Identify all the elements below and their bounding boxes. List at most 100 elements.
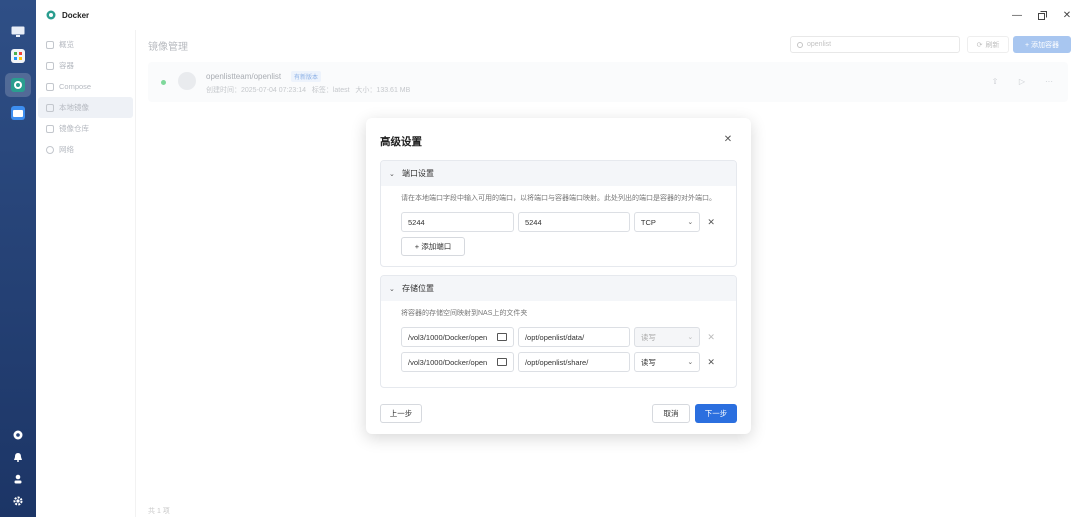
- host-path-value: /vol3/1000/Docker/open: [408, 332, 488, 342]
- tag-value: latest: [332, 87, 350, 94]
- advanced-settings-dialog: 高级设置 ✕ ⌄ 端口设置 请在本地端口字段中输入可用的端口，以将端口与容器端口…: [366, 118, 751, 434]
- protocol-value: TCP: [640, 217, 656, 227]
- volume-row: /vol3/1000/Docker/open /opt/openlist/sha…: [401, 352, 716, 372]
- sidebar-item-containers[interactable]: 容器: [38, 55, 133, 76]
- host-path-value: /vol3/1000/Docker/open: [408, 357, 488, 367]
- section-title: 端口设置: [402, 169, 434, 178]
- minimize-icon[interactable]: —: [1011, 9, 1023, 21]
- sidebar-item-label: Compose: [59, 82, 92, 91]
- host-path-input[interactable]: /vol3/1000/Docker/open: [401, 352, 514, 372]
- container-path-input[interactable]: /opt/openlist/data/: [517, 327, 630, 347]
- chevron-down-icon: ⌄: [389, 170, 395, 178]
- storage-hint: 将容器的存储空间映射到NAS上的文件夹: [401, 310, 528, 317]
- overview-icon: [46, 40, 54, 49]
- size-label: 大小：: [355, 87, 377, 94]
- volume-row: /vol3/1000/Docker/open /opt/openlist/dat…: [401, 327, 716, 347]
- local-port-input[interactable]: 5244: [401, 212, 514, 232]
- chevron-down-icon: ⌄: [389, 285, 395, 293]
- files-icon[interactable]: [8, 103, 28, 123]
- size-value: 133.61 MB: [376, 87, 411, 94]
- app-center-icon[interactable]: [8, 46, 28, 66]
- gear-icon[interactable]: [12, 495, 24, 507]
- refresh-label: 刷新: [985, 41, 1000, 49]
- image-name: openlistteam/openlist: [206, 72, 282, 81]
- image-logo-icon: [178, 72, 196, 90]
- host-path-input[interactable]: /vol3/1000/Docker/open: [401, 327, 514, 347]
- image-icon: [46, 103, 54, 112]
- port-row: 5244 5244 TCP ⌄ ✕: [401, 212, 716, 232]
- refresh-icon: ⟳: [976, 41, 983, 49]
- upload-icon[interactable]: ⇧: [990, 76, 1000, 86]
- close-icon[interactable]: ✕: [723, 134, 733, 145]
- sidebar-item-local-images[interactable]: 本地镜像: [38, 97, 133, 118]
- container-icon: [46, 61, 54, 70]
- search-input[interactable]: openlist: [790, 36, 960, 53]
- sidebar-item-label: 镜像仓库: [59, 124, 89, 133]
- created-value: 2025-07-04 07:23:14: [241, 87, 306, 94]
- docker-icon[interactable]: [5, 73, 31, 97]
- mode-select[interactable]: 读写 ⌄: [633, 352, 701, 372]
- chevron-down-icon: ⌄: [687, 219, 694, 226]
- folder-icon[interactable]: [496, 333, 507, 341]
- compose-icon: [46, 82, 54, 91]
- item-count: 共 1 项: [148, 508, 170, 515]
- folder-icon[interactable]: [496, 358, 507, 366]
- protocol-select[interactable]: TCP ⌄: [633, 212, 701, 232]
- container-path-input[interactable]: /opt/openlist/share/: [517, 352, 630, 372]
- storage-header[interactable]: ⌄ 存储位置: [381, 276, 736, 301]
- docker-logo-icon: [46, 10, 56, 20]
- remove-volume-icon: ✕: [707, 331, 715, 342]
- image-list-item[interactable]: openlistteam/openlist 有新版本 创建时间：2025-07-…: [148, 62, 1068, 102]
- sidebar-item-overview[interactable]: 概览: [38, 34, 133, 55]
- sidebar-item-compose[interactable]: Compose: [38, 76, 133, 97]
- sidebar-item-label: 网络: [59, 145, 74, 154]
- remove-volume-icon[interactable]: ✕: [706, 357, 716, 368]
- next-button[interactable]: 下一步: [695, 404, 737, 423]
- desktop-icon[interactable]: [8, 22, 28, 42]
- dialog-title: 高级设置: [380, 136, 422, 148]
- page-title: 镜像管理: [148, 42, 188, 53]
- sidebar-item-label: 概览: [59, 40, 74, 49]
- container-port-input[interactable]: 5244: [517, 212, 630, 232]
- window-title: Docker: [62, 10, 90, 20]
- run-icon[interactable]: ▷: [1017, 76, 1027, 86]
- mode-select: 读写 ⌄: [633, 327, 701, 347]
- search-value: openlist: [807, 41, 832, 48]
- title-bar: Docker: [36, 0, 1080, 30]
- bell-icon[interactable]: [12, 451, 24, 463]
- created-label: 创建时间：: [206, 87, 241, 94]
- cancel-button[interactable]: 取消: [652, 404, 690, 423]
- update-badge: 有新版本: [291, 71, 322, 82]
- port-settings-section: ⌄ 端口设置 请在本地端口字段中输入可用的端口，以将端口与容器端口映射。此处列出…: [380, 160, 737, 267]
- port-settings-header[interactable]: ⌄ 端口设置: [381, 161, 736, 186]
- sidebar-item-registry[interactable]: 镜像仓库: [38, 118, 133, 139]
- previous-button[interactable]: 上一步: [380, 404, 422, 423]
- sidebar-item-label: 容器: [59, 61, 74, 70]
- add-container-button[interactable]: + 添加容器: [1013, 36, 1071, 53]
- refresh-button[interactable]: ⟳ 刷新: [967, 36, 1009, 53]
- status-dot: [161, 80, 166, 85]
- chevron-down-icon: ⌄: [687, 334, 694, 341]
- remove-port-icon[interactable]: ✕: [706, 217, 716, 228]
- section-title: 存储位置: [402, 284, 434, 293]
- network-icon: [46, 145, 54, 154]
- storage-section: ⌄ 存储位置 将容器的存储空间映射到NAS上的文件夹 /vol3/1000/Do…: [380, 275, 737, 388]
- settings-icon[interactable]: [12, 429, 24, 441]
- add-port-button[interactable]: + 添加端口: [401, 237, 465, 256]
- search-icon: [797, 41, 803, 48]
- image-meta: 创建时间：2025-07-04 07:23:14 标签：latest 大小：13…: [206, 85, 410, 95]
- user-icon[interactable]: [12, 473, 24, 485]
- tag-label: 标签：: [311, 87, 333, 94]
- port-hint: 请在本地端口字段中输入可用的端口，以将端口与容器端口映射。此处列出的端口是容器的…: [401, 195, 716, 202]
- mode-value: 读写: [640, 332, 656, 342]
- dialog-body: ⌄ 端口设置 请在本地端口字段中输入可用的端口，以将端口与容器端口映射。此处列出…: [380, 160, 737, 390]
- sidebar-item-network[interactable]: 网络: [38, 139, 133, 160]
- sidebar-item-label: 本地镜像: [59, 103, 89, 112]
- mode-value: 读写: [640, 357, 656, 367]
- system-dock: [0, 0, 36, 517]
- sidebar: 概览 容器 Compose 本地镜像 镜像仓库 网络: [36, 30, 136, 517]
- restore-icon[interactable]: [1036, 9, 1048, 21]
- more-icon[interactable]: ···: [1044, 76, 1054, 86]
- chevron-down-icon: ⌄: [687, 359, 694, 366]
- close-window-icon[interactable]: ✕: [1061, 9, 1073, 21]
